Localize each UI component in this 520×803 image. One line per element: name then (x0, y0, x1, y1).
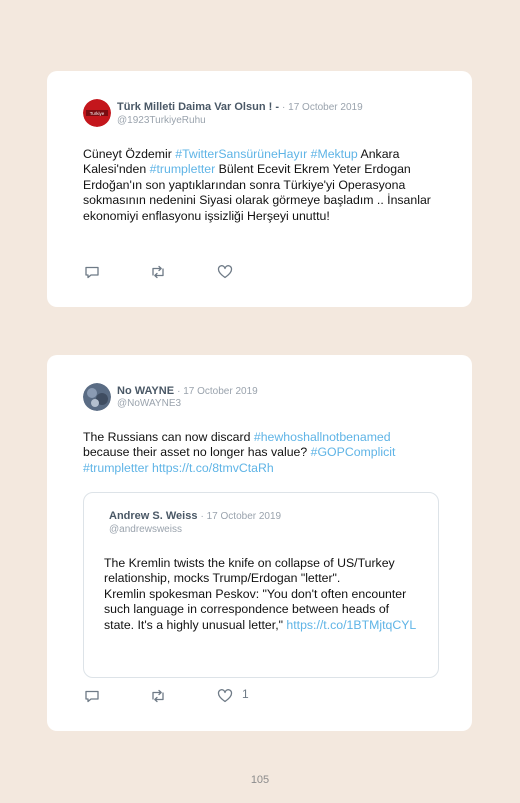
heart-icon[interactable] (217, 688, 233, 704)
tweet-date[interactable]: · 17 October 2019 (177, 386, 258, 397)
author-line: No WAYNE · 17 October 2019 (117, 385, 258, 397)
tweet-link[interactable]: https://t.co/8tmvCtaRh (152, 461, 274, 475)
hashtag-link[interactable]: #GOPComplicit (311, 445, 396, 459)
heart-icon[interactable] (217, 264, 233, 280)
tweet-text: The Russians can now discard #hewhoshall… (83, 430, 433, 476)
text-segment: The Kremlin twists the knife on collapse… (104, 556, 395, 586)
retweet-icon[interactable] (150, 688, 166, 704)
author-handle[interactable]: @NoWAYNE3 (117, 398, 181, 409)
avatar[interactable]: Turkiye (83, 99, 111, 127)
page-number: 105 (250, 774, 270, 786)
avatar[interactable] (83, 383, 111, 411)
author-name[interactable]: No WAYNE (117, 385, 174, 397)
tweet-card: Turkiye Türk Milleti Daima Var Olsun ! -… (47, 71, 472, 307)
hashtag-link[interactable]: #hewhoshallnotbenamed (254, 430, 391, 444)
quoted-tweet[interactable]: Andrew S. Weiss · 17 October 2019 @andre… (83, 492, 439, 678)
hashtag-link[interactable]: #trumpletter (83, 461, 149, 475)
author-line: Türk Milleti Daima Var Olsun ! - · 17 Oc… (117, 101, 363, 113)
reply-icon[interactable] (84, 688, 100, 704)
hashtag-link[interactable]: #trumpletter (150, 162, 216, 176)
author-name[interactable]: Türk Milleti Daima Var Olsun ! - (117, 101, 279, 113)
tweet-date[interactable]: · 17 October 2019 (282, 102, 363, 113)
text-segment: Cüneyt Özdemir (83, 147, 176, 161)
tweet-card: No WAYNE · 17 October 2019 @NoWAYNE3 The… (47, 355, 472, 731)
quote-author-handle[interactable]: @andrewsweiss (109, 524, 182, 535)
text-segment: because their asset no longer has value? (83, 445, 311, 460)
tweet-actions (84, 264, 284, 280)
svg-text:Turkiye: Turkiye (90, 111, 105, 116)
quote-text: The Kremlin twists the knife on collapse… (104, 556, 422, 633)
hashtag-link[interactable]: #Mektup (311, 147, 358, 161)
retweet-icon[interactable] (150, 264, 166, 280)
tweet-text: Cüneyt Özdemir #TwitterSansürüneHayır #M… (83, 147, 433, 224)
text-segment: The Russians can now discard (83, 430, 254, 444)
reply-icon[interactable] (84, 264, 100, 280)
like-count: 1 (242, 687, 249, 701)
author-handle[interactable]: @1923TurkiyeRuhu (117, 115, 206, 126)
tweet-link[interactable]: https://t.co/1BTMjtqCYL (286, 618, 416, 632)
quote-author-line: Andrew S. Weiss · 17 October 2019 (109, 510, 281, 522)
tweet-actions: 1 (84, 687, 284, 704)
hashtag-link[interactable]: #TwitterSansürüneHayır (175, 147, 307, 161)
quote-date[interactable]: · 17 October 2019 (201, 511, 282, 522)
quote-author-name[interactable]: Andrew S. Weiss (109, 510, 197, 522)
